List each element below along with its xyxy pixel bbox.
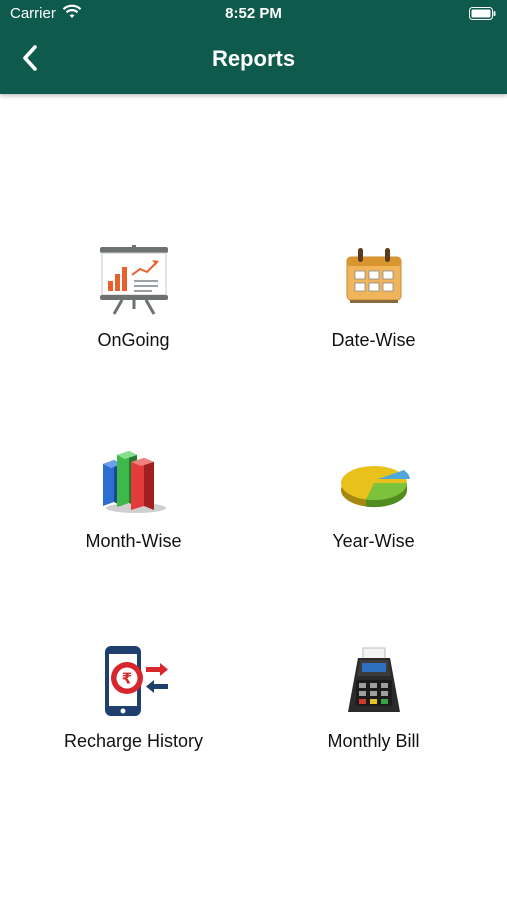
- status-bar: Carrier 8:52 PM: [0, 0, 507, 30]
- svg-text:₹: ₹: [122, 670, 132, 688]
- card-terminal-icon: [348, 647, 400, 712]
- ongoing-report-tile[interactable]: OnGoing: [7, 245, 260, 385]
- bar-chart-3d-icon: [103, 451, 166, 513]
- battery-icon: [469, 7, 496, 24]
- page-title: Reports: [211, 46, 296, 71]
- recharge-history-report-tile[interactable]: ₹ Recharge History: [7, 646, 260, 786]
- month-wise-report-tile[interactable]: Month-Wise: [7, 446, 260, 586]
- pie-chart-icon: [341, 466, 410, 508]
- monthly-bill-label: Monthly Bill: [327, 731, 420, 751]
- year-wise-label: Year-Wise: [332, 531, 415, 551]
- year-wise-report-tile[interactable]: Year-Wise: [247, 446, 500, 586]
- monthly-bill-report-tile[interactable]: Monthly Bill: [247, 646, 500, 786]
- recharge-history-label: Recharge History: [63, 731, 204, 751]
- ongoing-label: OnGoing: [97, 330, 170, 350]
- month-wise-label: Month-Wise: [85, 531, 182, 551]
- app-header: Carrier 8:52 PM Reports: [0, 0, 507, 94]
- presentation-board-icon: [100, 245, 168, 315]
- status-time: 8:52 PM: [225, 5, 282, 22]
- date-wise-report-tile[interactable]: Date-Wise: [247, 245, 500, 385]
- date-wise-label: Date-Wise: [331, 330, 416, 350]
- calendar-icon: [346, 248, 402, 303]
- mobile-rupee-recharge-icon: ₹: [105, 646, 168, 716]
